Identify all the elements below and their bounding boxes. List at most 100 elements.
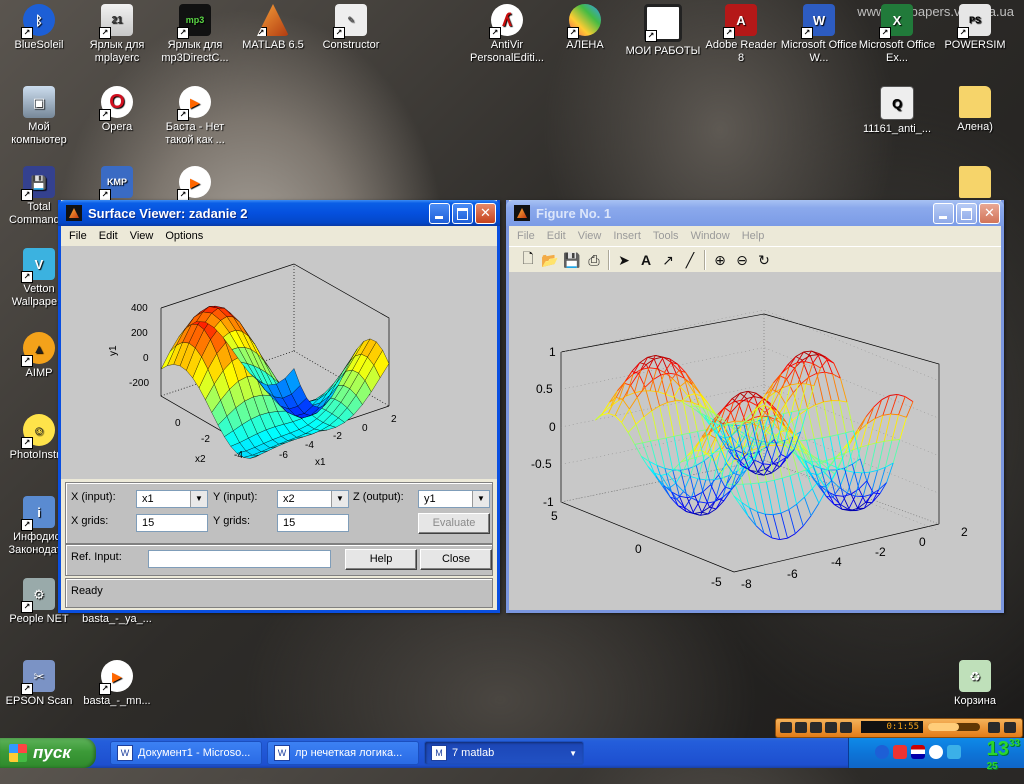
desktop-icon-adobe-reader[interactable]: AAdobe Reader 8 [702, 4, 780, 65]
desktop-icon-epson-scan[interactable]: ✂EPSON Scan [0, 660, 78, 708]
close-window-button[interactable] [475, 203, 496, 224]
evaluate-button[interactable]: Evaluate [418, 513, 490, 534]
desktop-icon-powersim[interactable]: PSPOWERSIM [936, 4, 1014, 52]
desktop-icon-alena[interactable]: АЛЕНА [546, 4, 624, 52]
close-window-button[interactable] [979, 203, 1000, 224]
menu-help[interactable]: Help [736, 230, 771, 242]
desktop-icon-recycle-bin[interactable]: ♻Корзина [936, 660, 1014, 708]
media-player-widget[interactable]: 0:1:55 [775, 718, 1023, 738]
network-tray-icon[interactable] [947, 745, 961, 759]
taskbar-item-word-doc1[interactable]: W Документ1 - Microso... [110, 741, 262, 765]
surface-viewer-window[interactable]: Surface Viewer: zadanie 2 File Edit View… [58, 200, 500, 613]
arrow-icon[interactable]: ➤ [613, 249, 635, 271]
antivir-tray-icon[interactable] [929, 745, 943, 759]
x-tick-minus2: -2 [875, 545, 886, 559]
bluetooth-tray-icon[interactable] [875, 745, 889, 759]
previous-icon[interactable] [825, 722, 837, 733]
menu-bar: File Edit View Insert Tools Window Help [509, 226, 1001, 246]
text-icon[interactable]: A [635, 249, 657, 271]
figure-plot-area[interactable]: 1 0.5 0 -0.5 -1 5 0 -5 -8 -6 -4 -2 0 2 [509, 272, 1001, 610]
maximize-button[interactable] [956, 203, 977, 224]
y-input-select[interactable]: x2▼ [277, 490, 349, 508]
figure-titlebar[interactable]: Figure No. 1 [506, 200, 1004, 226]
desktop-icon-excel[interactable]: XMicrosoft Office Ex... [858, 4, 936, 65]
x-tick-minus8: -8 [741, 577, 752, 591]
y-grids-field[interactable]: 15 [277, 514, 349, 532]
stop-icon[interactable] [780, 722, 792, 733]
menu-file[interactable]: File [63, 230, 93, 242]
z-tick-400: 400 [131, 303, 148, 314]
line-icon[interactable]: ╱ [679, 249, 701, 271]
mesh-line [792, 414, 800, 420]
desktop-icon-media-3[interactable]: ▶ [156, 166, 234, 201]
antivir-icon: ʎ [491, 4, 523, 36]
clock[interactable]: 133325 [987, 738, 1020, 784]
desktop-icon-matlab[interactable]: MATLAB 6.5 [234, 4, 312, 52]
menu-file[interactable]: File [511, 230, 541, 242]
pause-icon[interactable] [810, 722, 822, 733]
print-icon[interactable]: ⎙ [583, 249, 605, 271]
maximize-button[interactable] [452, 203, 473, 224]
rotate-icon[interactable]: ↻ [753, 249, 775, 271]
surface-plot[interactable]: 400 200 0 -200 y1 -6 -4 -2 0 2 x1 0 -2 -… [61, 246, 497, 479]
desktop-icon-alena-folder[interactable]: Алена) [936, 86, 1014, 134]
help-button[interactable]: Help [345, 549, 417, 570]
desktop-icon-constructor[interactable]: ✎Constructor [312, 4, 390, 52]
menu-edit[interactable]: Edit [93, 230, 124, 242]
desktop-icon-basta-mn[interactable]: ▶basta_-_mn... [78, 660, 156, 708]
open-icon[interactable]: 📂 [539, 249, 561, 271]
surface-viewer-titlebar[interactable]: Surface Viewer: zadanie 2 [58, 200, 500, 226]
taskbar-item-matlab-group[interactable]: M 7 matlab ▼ [424, 741, 584, 765]
desktop-icon-opera[interactable]: OOpera [78, 86, 156, 134]
mesh-line [781, 510, 789, 513]
desktop-icon-bluesoleil[interactable]: ᛒBlueSoleil [0, 4, 78, 52]
menu-window[interactable]: Window [685, 230, 736, 242]
close-button[interactable]: Close [420, 549, 492, 570]
menu-tools[interactable]: Tools [647, 230, 685, 242]
x-tick-2: 2 [961, 525, 968, 539]
desktop-icon-mplayerc[interactable]: 21Ярлык для mplayerc [78, 4, 156, 65]
menu-insert[interactable]: Insert [607, 230, 647, 242]
menu-view[interactable]: View [572, 230, 608, 242]
z-output-select[interactable]: y1▼ [418, 490, 490, 508]
x-input-select[interactable]: x1▼ [136, 490, 208, 508]
player-menu-icon[interactable] [988, 722, 1000, 733]
z-tick-minus0-5: -0.5 [531, 457, 552, 471]
figure-window[interactable]: Figure No. 1 File Edit View Insert Tools… [506, 200, 1004, 613]
volume-slider[interactable] [928, 723, 980, 731]
x-grids-field[interactable]: 15 [136, 514, 208, 532]
minimize-button[interactable] [933, 203, 954, 224]
media-tray-icon[interactable] [893, 745, 907, 759]
ref-input-label: Ref. Input: [71, 551, 122, 563]
menu-view[interactable]: View [124, 230, 160, 242]
zoom-out-icon[interactable]: ⊖ [731, 249, 753, 271]
arrow-line-icon[interactable]: ↗ [657, 249, 679, 271]
minimize-button[interactable] [429, 203, 450, 224]
desktop-icon-folder-2[interactable] [936, 166, 1014, 201]
play-icon[interactable] [795, 722, 807, 733]
ref-input-field[interactable] [148, 550, 331, 568]
menu-edit[interactable]: Edit [541, 230, 572, 242]
desktop-icon-kmplayer[interactable]: KMP [78, 166, 156, 201]
mesh-line [808, 409, 815, 439]
desktop-icon-moi-raboty[interactable]: МОИ РАБОТЫ [624, 4, 702, 58]
menu-options[interactable]: Options [159, 230, 209, 242]
desktop-icon-11161-anti[interactable]: Q11161_anti_... [858, 86, 936, 136]
zoom-in-icon[interactable]: ⊕ [709, 249, 731, 271]
mesh-plot[interactable]: 1 0.5 0 -0.5 -1 5 0 -5 -8 -6 -4 -2 0 2 [509, 272, 1001, 607]
taskbar-item-word-logic[interactable]: W лр нечеткая логика... [267, 741, 419, 765]
start-button[interactable]: пуск [0, 738, 96, 768]
surface-plot-area[interactable]: 400 200 0 -200 y1 -6 -4 -2 0 2 x1 0 -2 -… [61, 246, 497, 479]
mesh-line [660, 402, 668, 405]
new-icon[interactable]: 🗋 [517, 249, 539, 271]
desktop-icon-basta-net[interactable]: ▶Баста - Нет такой как ... [156, 86, 234, 147]
desktop-icon-word[interactable]: WMicrosoft Office W... [780, 4, 858, 65]
z-output-label: Z (output): [353, 491, 404, 503]
desktop-icon-my-computer[interactable]: ▣Мой компьютер [0, 86, 78, 147]
player-close-icon[interactable] [1004, 722, 1016, 733]
desktop-icon-mp3directcut[interactable]: mp3Ярлык для mp3DirectC... [156, 4, 234, 65]
next-icon[interactable] [840, 722, 852, 733]
save-icon[interactable]: 💾 [561, 249, 583, 271]
desktop-icon-antivir[interactable]: ʎAntiVir PersonalEditi... [468, 4, 546, 65]
flag-tray-icon[interactable] [911, 745, 925, 759]
